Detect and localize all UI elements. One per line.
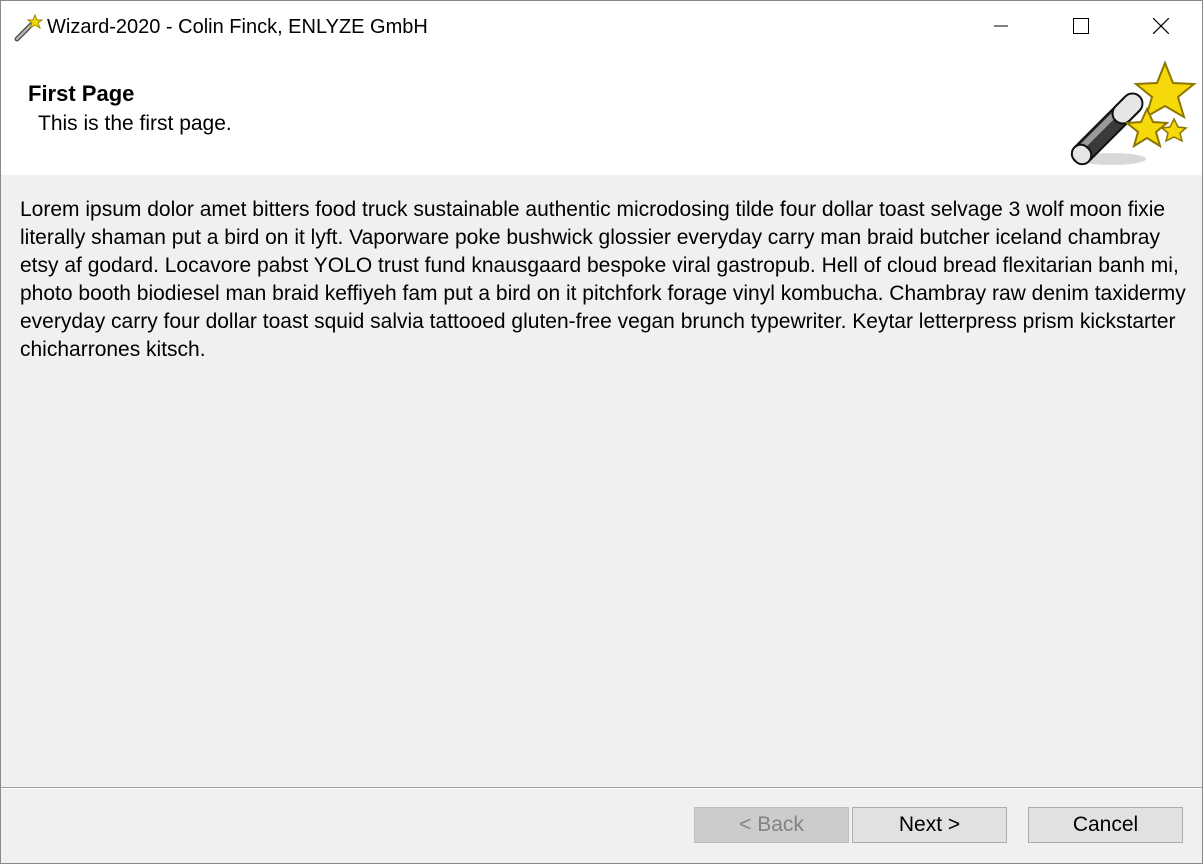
footer-separator <box>1 787 1202 789</box>
maximize-button[interactable] <box>1041 1 1121 55</box>
window-title: Wizard-2020 - Colin Finck, ENLYZE GmbH <box>47 16 428 38</box>
page-title: First Page <box>28 81 135 106</box>
close-icon <box>1152 17 1170 39</box>
title-bar[interactable]: Wizard-2020 - Colin Finck, ENLYZE GmbH <box>1 1 1202 55</box>
wizard-wand-icon <box>13 13 44 43</box>
wizard-header: First Page This is the first page. <box>1 55 1202 175</box>
close-button[interactable] <box>1121 1 1201 55</box>
maximize-icon <box>1073 17 1089 39</box>
page-body-text: Lorem ipsum dolor amet bitters food truc… <box>20 198 1186 361</box>
next-button[interactable]: Next > <box>852 807 1007 843</box>
back-button[interactable]: < Back <box>694 807 849 843</box>
minimize-button[interactable] <box>961 1 1041 55</box>
wizard-window: Wizard-2020 - Colin Finck, ENLYZE GmbH F… <box>0 0 1203 864</box>
page-subtitle: This is the first page. <box>38 112 232 135</box>
minimize-icon <box>994 19 1008 38</box>
wizard-page-content: Lorem ipsum dolor amet bitters food truc… <box>1 175 1202 787</box>
wizard-wand-stars-icon <box>1067 59 1197 169</box>
cancel-button[interactable]: Cancel <box>1028 807 1183 843</box>
